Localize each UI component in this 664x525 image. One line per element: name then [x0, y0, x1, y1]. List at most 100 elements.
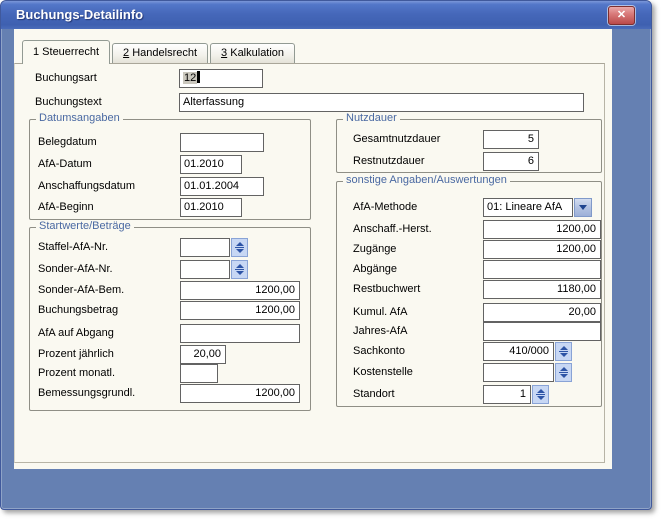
sonder-afa-nr-label: Sonder-AfA-Nr. — [38, 263, 113, 275]
spinner-up-icon — [537, 389, 545, 393]
bemessungsgrundl-input[interactable]: 1200,00 — [180, 384, 300, 403]
afa-datum-label: AfA-Datum — [38, 158, 92, 170]
spinner-down-icon — [560, 374, 568, 378]
anschaff-herst-label: Anschaff.-Herst. — [353, 223, 432, 235]
buchungsart-input[interactable]: 12 — [179, 69, 263, 88]
window-title: Buchungs-Detailinfo — [16, 7, 143, 22]
abgaenge-input[interactable] — [483, 260, 601, 279]
jahres-afa-label: Jahres-AfA — [353, 325, 407, 337]
tab-label: Handelsrecht — [129, 47, 197, 59]
zugaenge-input[interactable]: 1200,00 — [483, 240, 601, 259]
dialog-window: Buchungs-Detailinfo ✕ 1 Steuerrecht 2 Ha… — [0, 0, 652, 510]
spinner-down-icon — [537, 396, 545, 400]
sachkonto-input[interactable]: 410/000 — [483, 342, 554, 361]
anschaffungsdatum-input[interactable]: 01.01.2004 — [180, 177, 264, 196]
spinner-up-icon — [560, 367, 568, 371]
field-row: Anschaffungsdatum 01.01.2004 — [30, 177, 310, 196]
anschaff-herst-input[interactable]: 1200,00 — [483, 220, 601, 239]
spinner-divider — [559, 351, 568, 352]
kostenstelle-spinner[interactable] — [555, 363, 572, 382]
afa-datum-input[interactable]: 01.2010 — [180, 155, 242, 174]
chevron-down-icon — [579, 205, 587, 210]
staffel-afa-nr-input[interactable] — [180, 238, 230, 257]
tab-steuerrecht[interactable]: 1 Steuerrecht — [22, 40, 110, 64]
spinner-down-icon — [236, 271, 244, 275]
belegdatum-label: Belegdatum — [38, 136, 97, 148]
buchungsart-row: Buchungsart 12 — [35, 69, 592, 89]
field-row: Zugänge 1200,00 — [337, 240, 601, 259]
standort-input[interactable]: 1 — [483, 385, 531, 404]
field-row: Buchungsbetrag 1200,00 — [30, 301, 310, 320]
afa-methode-select[interactable]: 01: Lineare AfA — [483, 198, 573, 217]
field-row: Gesamtnutzdauer 5 — [337, 130, 601, 149]
belegdatum-input[interactable] — [180, 133, 264, 152]
sonder-afa-bem-input[interactable]: 1200,00 — [180, 281, 300, 300]
field-row: AfA-Datum 01.2010 — [30, 155, 310, 174]
field-row: Sonder-AfA-Nr. — [30, 260, 310, 279]
afa-methode-dropdown-button[interactable] — [574, 198, 592, 217]
gesamtnutzdauer-input[interactable]: 5 — [483, 130, 539, 149]
tab-kalkulation[interactable]: 3 Kalkulation — [210, 43, 295, 63]
spinner-up-icon — [236, 242, 244, 246]
group-sonstige: sonstige Angaben/Auswertungen AfA-Method… — [336, 181, 602, 407]
staffel-afa-nr-spinner[interactable] — [231, 238, 248, 257]
buchungstext-input[interactable]: Alterfassung — [179, 93, 584, 112]
field-row: Belegdatum — [30, 133, 310, 152]
standort-spinner[interactable] — [532, 385, 549, 404]
spinner-down-icon — [236, 249, 244, 253]
buchungsbetrag-input[interactable]: 1200,00 — [180, 301, 300, 320]
field-row: Bemessungsgrundl. 1200,00 — [30, 384, 310, 403]
field-row: AfA auf Abgang — [30, 324, 310, 343]
field-row: Prozent jährlich 20,00 — [30, 345, 310, 364]
kumul-afa-label: Kumul. AfA — [353, 306, 407, 318]
prozent-jaehrlich-label: Prozent jährlich — [38, 348, 114, 360]
spinner-up-icon — [236, 264, 244, 268]
bemessungsgrundl-label: Bemessungsgrundl. — [38, 387, 135, 399]
prozent-monatl-input[interactable] — [180, 364, 218, 383]
spinner-divider — [235, 247, 244, 248]
field-row: Kostenstelle — [337, 363, 601, 382]
field-row: Staffel-AfA-Nr. — [30, 238, 310, 257]
afa-beginn-input[interactable]: 01.2010 — [180, 198, 242, 217]
buchungsbetrag-label: Buchungsbetrag — [38, 304, 118, 316]
tab-handelsrecht[interactable]: 2 Handelsrecht — [112, 43, 208, 63]
field-row: Jahres-AfA — [337, 322, 601, 341]
tab-strip: 1 Steuerrecht 2 Handelsrecht 3 Kalkulati… — [22, 40, 295, 63]
close-button[interactable]: ✕ — [608, 6, 635, 25]
prozent-jaehrlich-input[interactable]: 20,00 — [180, 345, 226, 364]
screen: Buchungs-Detailinfo ✕ 1 Steuerrecht 2 Ha… — [0, 0, 664, 525]
field-row: Anschaff.-Herst. 1200,00 — [337, 220, 601, 239]
text-caret — [197, 71, 200, 83]
group-startwerte: Startwerte/Beträge Staffel-AfA-Nr. Sonde… — [29, 227, 311, 411]
spinner-divider — [536, 394, 545, 395]
group-nutzdauer: Nutzdauer Gesamtnutzdauer 5 Restnutzdaue… — [336, 119, 602, 173]
group-title: Startwerte/Beträge — [36, 220, 134, 232]
sachkonto-spinner[interactable] — [555, 342, 572, 361]
kostenstelle-label: Kostenstelle — [353, 366, 413, 378]
field-row: AfA-Beginn 01.2010 — [30, 198, 310, 217]
sonder-afa-nr-input[interactable] — [180, 260, 230, 279]
group-datumsangaben: Datumsangaben Belegdatum AfA-Datum 01.20… — [29, 119, 311, 220]
close-icon: ✕ — [617, 9, 626, 21]
abgaenge-label: Abgänge — [353, 263, 397, 275]
jahres-afa-input[interactable] — [483, 322, 601, 341]
spinner-divider — [559, 372, 568, 373]
tab-label: Kalkulation — [227, 47, 284, 59]
field-row: AfA-Methode 01: Lineare AfA — [337, 198, 601, 217]
kumul-afa-input[interactable]: 20,00 — [483, 303, 601, 322]
field-row: Sonder-AfA-Bem. 1200,00 — [30, 281, 310, 300]
kostenstelle-input[interactable] — [483, 363, 554, 382]
title-bar[interactable]: Buchungs-Detailinfo ✕ — [1, 1, 651, 29]
restbuchwert-input[interactable]: 1180,00 — [483, 280, 601, 299]
afa-methode-label: AfA-Methode — [353, 201, 417, 213]
afa-auf-abgang-input[interactable] — [180, 324, 300, 343]
tab-label: 1 Steuerrecht — [33, 46, 99, 58]
restnutzdauer-input[interactable]: 6 — [483, 152, 539, 171]
field-row: Abgänge — [337, 260, 601, 279]
anschaffungsdatum-label: Anschaffungsdatum — [38, 180, 135, 192]
sonder-afa-nr-spinner[interactable] — [231, 260, 248, 279]
dialog-client-area: 1 Steuerrecht 2 Handelsrecht 3 Kalkulati… — [14, 29, 612, 469]
group-title: Datumsangaben — [36, 112, 123, 124]
spinner-up-icon — [560, 346, 568, 350]
selected-text: 12 — [183, 72, 197, 84]
